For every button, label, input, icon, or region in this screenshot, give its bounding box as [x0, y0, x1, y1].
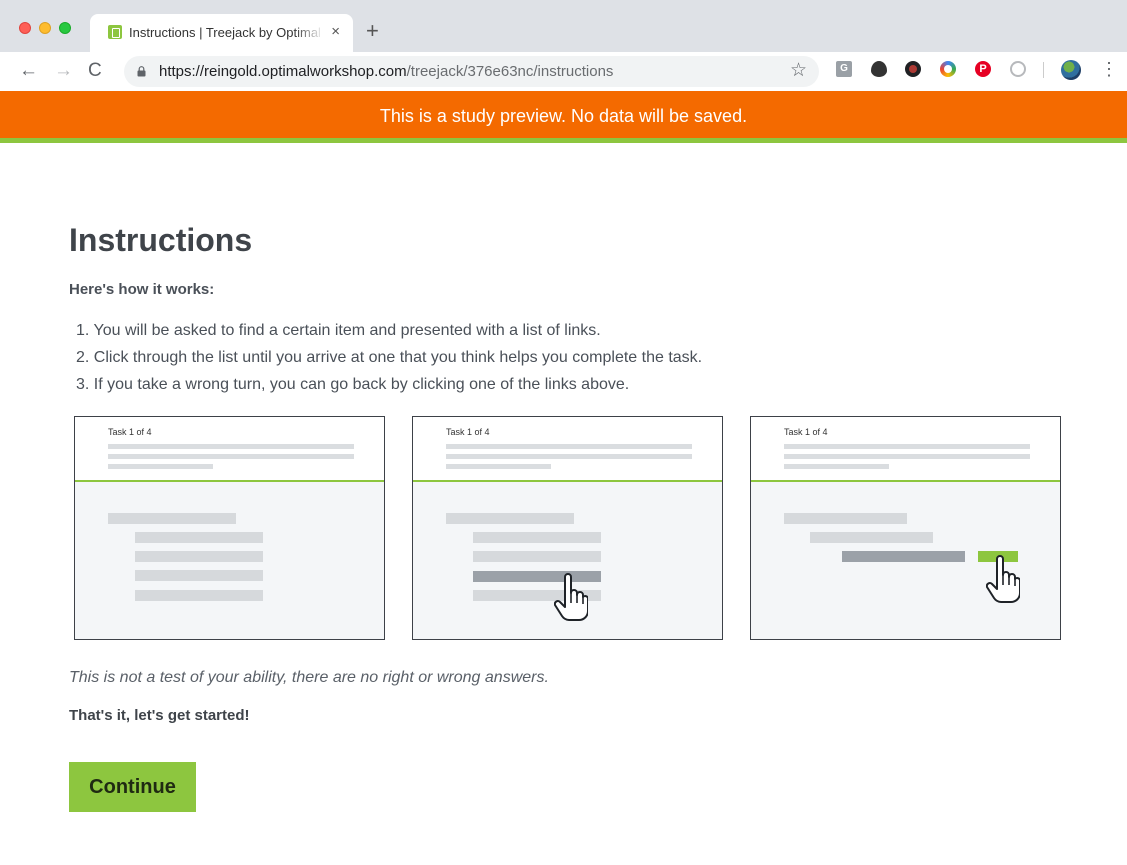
tree-node-child: [135, 570, 263, 581]
tree-node-child: [135, 532, 263, 543]
address-bar[interactable]: https://reingold.optimalworkshop.com/tre…: [124, 56, 819, 87]
preview-banner: This is a study preview. No data will be…: [0, 91, 1127, 143]
placeholder-line: [446, 454, 692, 459]
window-close-button[interactable]: [19, 22, 31, 34]
tab-close-icon[interactable]: ×: [331, 23, 340, 41]
tree-node-child: [135, 590, 263, 601]
placeholder-line: [108, 444, 354, 449]
illustration-header: Task 1 of 4: [751, 417, 1060, 482]
window-zoom-button[interactable]: [59, 22, 71, 34]
instructions-subheading: Here's how it works:: [69, 281, 215, 298]
hand-cursor-icon: [986, 555, 1020, 603]
instruction-step: 2. Click through the list until you arri…: [76, 349, 703, 366]
window-minimize-button[interactable]: [39, 22, 51, 34]
extension-compass-icon[interactable]: [940, 61, 956, 77]
browser-tabstrip: Instructions | Treejack by Optimal Works…: [0, 0, 1127, 52]
pinterest-icon[interactable]: P: [975, 61, 991, 77]
extension-drop-icon[interactable]: [871, 61, 887, 77]
new-tab-button[interactable]: +: [366, 19, 379, 43]
tree-node-parent: [108, 513, 236, 524]
placeholder-line: [784, 454, 1030, 459]
back-button[interactable]: ←: [19, 60, 38, 82]
placeholder-line: [108, 464, 213, 469]
tree-node-selected: [842, 551, 965, 562]
tree-node-child: [473, 551, 601, 562]
page-title: Instructions: [69, 222, 253, 258]
toolbar-separator: [1043, 62, 1044, 78]
instruction-step: 1. You will be asked to find a certain i…: [76, 322, 601, 339]
task-counter-label: Task 1 of 4: [446, 427, 490, 437]
task-counter-label: Task 1 of 4: [108, 427, 152, 437]
illustration-panel-3: Task 1 of 4: [750, 416, 1061, 640]
url-text[interactable]: https://reingold.optimalworkshop.com/tre…: [159, 63, 613, 80]
browser-toolbar: ← → C https://reingold.optimalworkshop.c…: [0, 52, 1127, 91]
instruction-step: 3. If you take a wrong turn, you can go …: [76, 376, 630, 393]
url-host: https://reingold.optimalworkshop.com: [159, 63, 407, 80]
preview-banner-text: This is a study preview. No data will be…: [379, 106, 748, 126]
reload-button[interactable]: C: [88, 60, 102, 82]
closing-text: That's it, let's get started!: [69, 707, 250, 724]
tree-node-child: [810, 532, 933, 543]
placeholder-line: [446, 444, 692, 449]
placeholder-line: [784, 464, 889, 469]
browser-menu-icon[interactable]: ⋮: [1100, 58, 1118, 80]
tree-node-parent: [446, 513, 574, 524]
illustration-header: Task 1 of 4: [75, 417, 384, 482]
tree-node-child: [473, 532, 601, 543]
tab-title: Instructions | Treejack by Optimal Works…: [129, 25, 324, 40]
continue-button[interactable]: Continue: [69, 762, 196, 812]
extension-g-icon[interactable]: G: [836, 61, 852, 77]
bookmark-star-icon[interactable]: ☆: [790, 60, 807, 82]
treejack-favicon-icon: [108, 25, 122, 39]
reassurance-note: This is not a test of your ability, ther…: [69, 669, 549, 686]
browser-tab-active[interactable]: Instructions | Treejack by Optimal Works…: [90, 14, 353, 52]
illustration-header: Task 1 of 4: [413, 417, 722, 482]
forward-button[interactable]: →: [54, 60, 73, 82]
illustration-panel-2: Task 1 of 4: [412, 416, 723, 640]
illustration-panel-1: Task 1 of 4: [74, 416, 385, 640]
lock-icon: [137, 66, 146, 77]
tree-node-child: [135, 551, 263, 562]
tree-node-parent: [784, 513, 907, 524]
extension-dark-icon[interactable]: [905, 61, 921, 77]
placeholder-line: [108, 454, 354, 459]
task-counter-label: Task 1 of 4: [784, 427, 828, 437]
placeholder-line: [784, 444, 1030, 449]
extension-circle-icon[interactable]: [1010, 61, 1026, 77]
profile-avatar[interactable]: [1061, 60, 1081, 80]
hand-cursor-icon: [554, 573, 588, 621]
placeholder-line: [446, 464, 551, 469]
url-path: /treejack/376e63nc/instructions: [406, 63, 614, 80]
instruction-steps: 1. You will be asked to find a certain i…: [76, 317, 702, 398]
